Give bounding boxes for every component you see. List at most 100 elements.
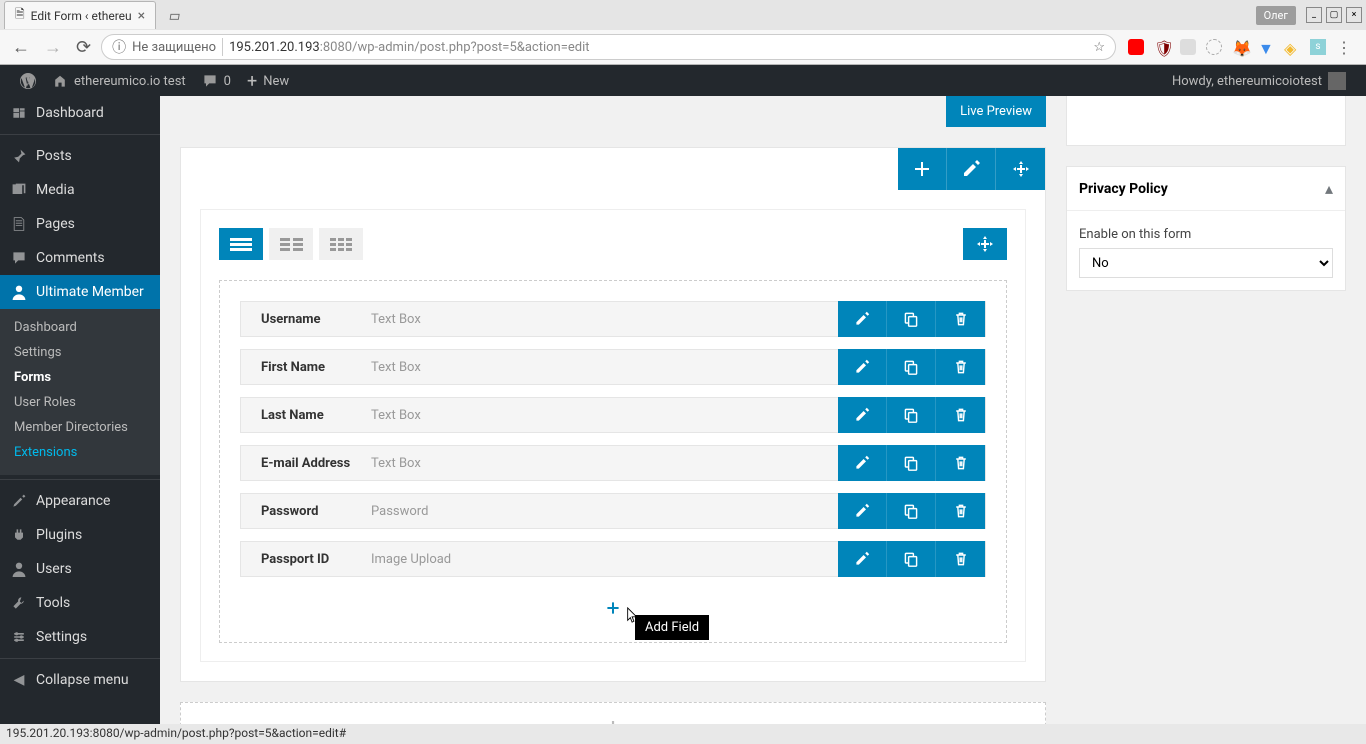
delete-field-button[interactable] (936, 301, 985, 337)
sidebar-item-media[interactable]: Media (0, 173, 160, 207)
add-row-button[interactable] (898, 148, 947, 190)
sidebar-item-posts[interactable]: Posts (0, 139, 160, 173)
ext-icon-8[interactable]: s (1310, 39, 1326, 55)
add-field-button[interactable] (605, 597, 621, 622)
ext-icon-4[interactable] (1206, 39, 1222, 55)
edit-field-button[interactable] (838, 349, 887, 385)
submenu-user-roles[interactable]: User Roles (0, 390, 160, 415)
close-window-button[interactable]: × (1346, 7, 1362, 23)
status-bar: 195.201.20.193:8080/wp-admin/post.php?po… (0, 724, 1366, 744)
address-bar: ← → ⟳ ⓘ Не защищено 195.201.20.193:8080/… (0, 30, 1366, 64)
sidebar-item-tools[interactable]: Tools (0, 586, 160, 620)
sidebar-item-ultimate-member[interactable]: Ultimate Member (0, 275, 160, 309)
close-tab-icon[interactable]: × (138, 8, 145, 24)
comments-link[interactable]: 0 (194, 65, 239, 97)
privacy-select[interactable]: No (1079, 248, 1333, 278)
submenu-settings[interactable]: Settings (0, 340, 160, 365)
new-tab-button[interactable]: ▱ (158, 4, 191, 27)
ext-icon-1[interactable] (1128, 39, 1144, 55)
settings-icon (10, 628, 28, 646)
field-type: Text Box (371, 360, 421, 375)
move-column-button[interactable] (963, 228, 1007, 260)
howdy-link[interactable]: Howdy, ethereumicoiotest (1164, 65, 1354, 97)
security-warning: Не защищено (132, 40, 216, 55)
binance-icon[interactable]: ◈ (1284, 39, 1300, 55)
add-row-below-button[interactable]: + (180, 702, 1046, 724)
profile-badge[interactable]: Олег (1256, 6, 1296, 25)
submenu: Dashboard Settings Forms User Roles Memb… (0, 309, 160, 475)
submenu-forms[interactable]: Forms (0, 365, 160, 390)
duplicate-field-button[interactable] (887, 301, 936, 337)
layout-2col-button[interactable] (269, 228, 313, 260)
edit-row-button[interactable] (947, 148, 996, 190)
info-icon[interactable]: ⓘ (112, 37, 126, 57)
tab-title: Edit Form ‹ ethereu (31, 9, 132, 23)
separator (222, 38, 223, 56)
move-row-button[interactable] (996, 148, 1045, 190)
live-preview-button[interactable]: Live Preview (946, 96, 1046, 127)
tab-bar: 🗎 Edit Form ‹ ethereu × ▱ Олег _ ▢ × (0, 0, 1366, 30)
sidebar-item-dashboard[interactable]: Dashboard (0, 96, 160, 130)
browser-tab[interactable]: 🗎 Edit Form ‹ ethereu × (4, 1, 156, 29)
sidebar-item-comments[interactable]: Comments (0, 241, 160, 275)
url-text: 195.201.20.193:8080/wp-admin/post.php?po… (229, 40, 1087, 55)
maximize-button[interactable]: ▢ (1326, 7, 1342, 23)
extension-icons: 🛡 🦊 ▼ ◈ s ⋮ (1122, 38, 1358, 57)
edit-field-button[interactable] (838, 493, 887, 529)
ext-icon-3[interactable] (1180, 39, 1196, 55)
url-field[interactable]: ⓘ Не защищено 195.201.20.193:8080/wp-adm… (101, 34, 1116, 60)
duplicate-field-button[interactable] (887, 445, 936, 481)
page-icon: 🗎 (15, 5, 25, 26)
field-label: First Name (241, 360, 371, 375)
reload-button[interactable]: ⟳ (72, 35, 95, 60)
wp-logo[interactable] (12, 65, 44, 97)
delete-field-button[interactable] (936, 397, 985, 433)
sidebar-item-users[interactable]: Users (0, 552, 160, 586)
sidebar-item-plugins[interactable]: Plugins (0, 518, 160, 552)
delete-field-button[interactable] (936, 349, 985, 385)
users-icon (10, 560, 28, 578)
delete-field-button[interactable] (936, 445, 985, 481)
field-row: UsernameText Box (240, 301, 986, 337)
ext-icon-6[interactable]: ▼ (1258, 39, 1274, 55)
field-row: First NameText Box (240, 349, 986, 385)
menu-icon[interactable]: ⋮ (1336, 38, 1352, 57)
privacy-postbox: Privacy Policy ▴ Enable on this form No (1066, 166, 1346, 291)
field-label: Last Name (241, 408, 371, 423)
sidebar-item-appearance[interactable]: Appearance (0, 484, 160, 518)
duplicate-field-button[interactable] (887, 541, 936, 577)
tools-icon (10, 594, 28, 612)
submenu-extensions[interactable]: Extensions (0, 440, 160, 465)
minimize-button[interactable]: _ (1306, 7, 1322, 23)
back-button[interactable]: ← (8, 35, 34, 60)
delete-field-button[interactable] (936, 541, 985, 577)
delete-field-button[interactable] (936, 493, 985, 529)
duplicate-field-button[interactable] (887, 493, 936, 529)
forward-button: → (40, 35, 66, 60)
duplicate-field-button[interactable] (887, 397, 936, 433)
edit-field-button[interactable] (838, 541, 887, 577)
edit-field-button[interactable] (838, 301, 887, 337)
metamask-icon[interactable]: 🦊 (1232, 39, 1248, 55)
layout-3col-button[interactable] (319, 228, 363, 260)
layout-1col-button[interactable] (219, 228, 263, 260)
submenu-member-directories[interactable]: Member Directories (0, 415, 160, 440)
field-label: E-mail Address (241, 456, 371, 471)
toggle-postbox-button[interactable]: ▴ (1325, 179, 1333, 198)
collapse-menu[interactable]: ◀ Collapse menu (0, 663, 160, 697)
field-type: Password (371, 504, 428, 519)
brush-icon (10, 492, 28, 510)
sidebar-item-pages[interactable]: Pages (0, 207, 160, 241)
form-builder-box: UsernameText Box First NameText Box Last N… (180, 147, 1046, 682)
new-content-link[interactable]: + New (239, 65, 297, 97)
field-row: Last NameText Box (240, 397, 986, 433)
site-name-link[interactable]: ethereumico.io test (44, 65, 194, 97)
star-icon[interactable]: ☆ (1093, 40, 1105, 55)
sidebar-item-settings[interactable]: Settings (0, 620, 160, 654)
pin-icon (10, 147, 28, 165)
ublock-icon[interactable]: 🛡 (1154, 39, 1170, 55)
submenu-dashboard[interactable]: Dashboard (0, 315, 160, 340)
duplicate-field-button[interactable] (887, 349, 936, 385)
edit-field-button[interactable] (838, 397, 887, 433)
edit-field-button[interactable] (838, 445, 887, 481)
